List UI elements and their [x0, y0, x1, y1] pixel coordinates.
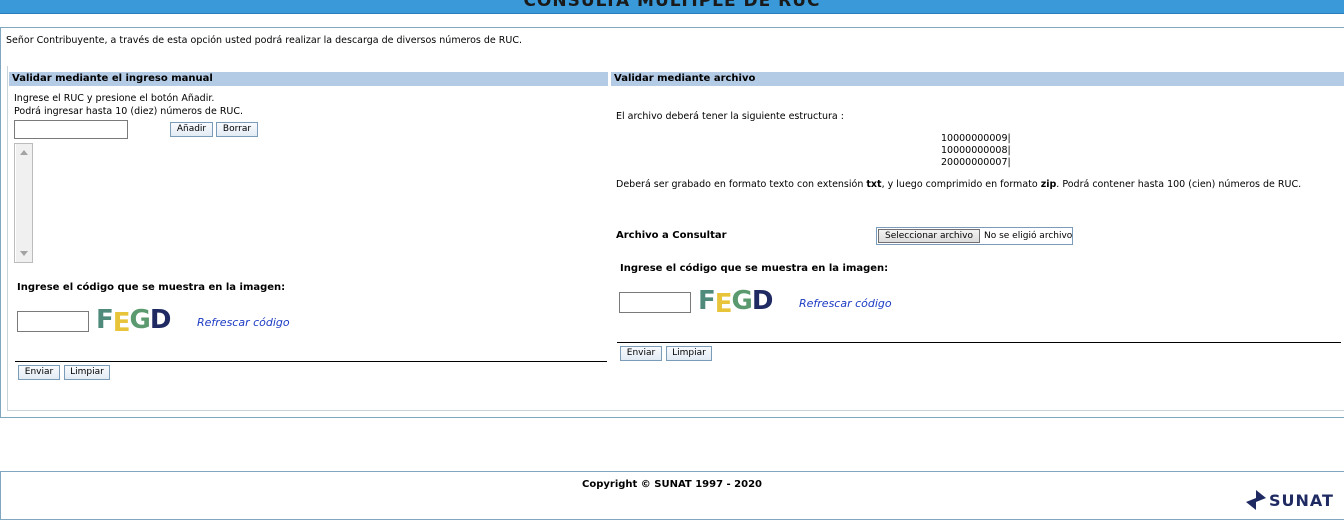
intro-text: Señor Contribuyente, a través de esta op… — [6, 35, 522, 46]
file-captcha-prompt: Ingrese el código que se muestra en la i… — [620, 263, 889, 274]
title-bar: CONSULTA MÚLTIPLE DE RUC — [0, 0, 1344, 14]
ruc-listbox[interactable] — [14, 143, 33, 263]
captcha-char-e: E — [714, 289, 733, 319]
manual-instruction-1: Ingrese el RUC y presione el botón Añadi… — [14, 93, 215, 104]
manual-reset-button[interactable]: Limpiar — [64, 365, 110, 380]
copyright-text: Copyright © SUNAT 1997 - 2020 — [582, 479, 762, 490]
captcha-char-d: D — [751, 286, 774, 316]
sunat-logo-icon — [1246, 490, 1266, 510]
manual-instruction-2: Podrá ingresar hasta 10 (diez) números d… — [14, 106, 244, 117]
sample-line-2: 10000000008| — [941, 145, 1011, 156]
format-ext: txt — [866, 179, 882, 190]
file-label: Archivo a Consultar — [616, 230, 727, 241]
file-reset-button[interactable]: Limpiar — [666, 346, 712, 361]
sample-line-1: 10000000009| — [941, 133, 1011, 144]
manual-captcha-input[interactable] — [17, 311, 89, 332]
format-pre: Deberá ser grabado en formato texto con … — [616, 179, 867, 190]
file-section-header: Validar mediante archivo — [611, 72, 1344, 86]
format-mid: , y luego comprimido en formato — [881, 179, 1041, 190]
add-button[interactable]: Añadir — [170, 122, 213, 137]
ruc-input[interactable] — [14, 120, 128, 139]
no-file-text: No se eligió archivo — [984, 231, 1073, 241]
manual-captcha-image: FEGD — [96, 305, 172, 338]
scroll-down-icon[interactable] — [20, 251, 28, 256]
manual-section-header: Validar mediante el ingreso manual — [9, 72, 608, 86]
file-structure-text: El archivo deberá tener la siguiente est… — [616, 111, 844, 122]
format-zip: zip — [1040, 179, 1057, 190]
manual-refresh-link[interactable]: Refrescar código — [197, 316, 290, 329]
sunat-logo: SUNAT — [1245, 489, 1344, 513]
captcha-char-g: G — [731, 286, 753, 316]
clear-button[interactable]: Borrar — [216, 122, 258, 137]
format-post: . Podrá contener hasta 100 (cien) número… — [1056, 179, 1302, 190]
manual-captcha-prompt: Ingrese el código que se muestra en la i… — [17, 282, 286, 293]
file-refresh-link[interactable]: Refrescar código — [799, 297, 892, 310]
sunat-logo-text: SUNAT — [1269, 491, 1334, 510]
captcha-char-g: G — [129, 305, 151, 335]
captcha-char-d: D — [149, 305, 172, 335]
file-divider — [617, 342, 1341, 343]
page-title: CONSULTA MÚLTIPLE DE RUC — [523, 0, 821, 11]
file-send-button[interactable]: Enviar — [620, 346, 662, 361]
manual-send-button[interactable]: Enviar — [18, 365, 60, 380]
file-captcha-input[interactable] — [619, 292, 691, 313]
file-captcha-image: FEGD — [698, 286, 774, 319]
captcha-char-f: F — [698, 286, 716, 316]
choose-file-button[interactable]: Seleccionar archivo — [878, 229, 980, 243]
captcha-char-f: F — [96, 305, 114, 335]
listbox-scrollbar[interactable] — [16, 144, 32, 262]
sample-line-3: 20000000007| — [941, 157, 1011, 168]
file-input[interactable]: Seleccionar archivo No se eligió archivo — [876, 227, 1073, 245]
manual-divider — [15, 361, 607, 362]
scroll-up-icon[interactable] — [20, 150, 28, 155]
captcha-char-e: E — [112, 308, 131, 338]
file-format-text: Deberá ser grabado en formato texto con … — [616, 179, 1331, 191]
